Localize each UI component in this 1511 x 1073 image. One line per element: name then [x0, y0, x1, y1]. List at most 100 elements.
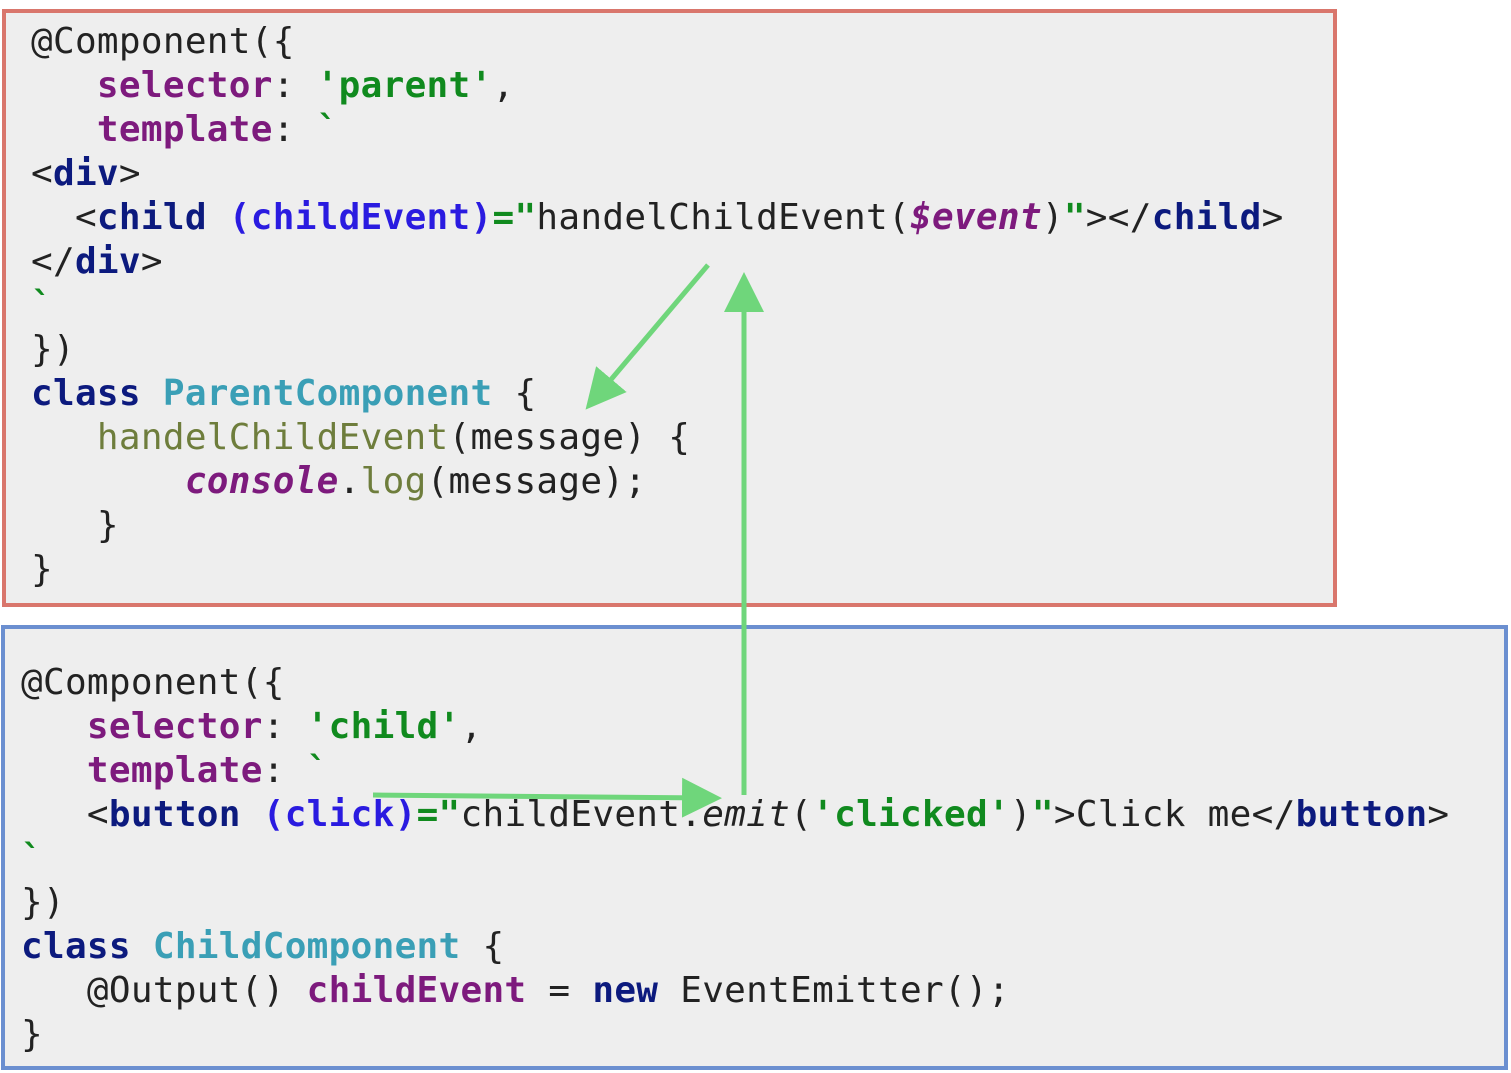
code-token: > — [118, 153, 141, 194]
code-token: 'parent' — [316, 65, 493, 106]
code-token: (childEvent) — [228, 197, 493, 238]
code-token: ( — [790, 794, 813, 835]
code-token: </ — [31, 241, 75, 282]
code-token: , — [460, 706, 483, 747]
code-token: }) — [21, 882, 65, 923]
code-line: @Component({ — [21, 661, 1449, 705]
code-token: ) — [1041, 197, 1064, 238]
code-token: (message); — [426, 461, 647, 502]
code-token: selector — [96, 65, 273, 106]
code-token: " — [1031, 794, 1054, 835]
code-token: > — [140, 241, 163, 282]
code-token: handelChildEvent — [96, 417, 449, 458]
code-token: @Component({ — [21, 662, 285, 703]
code-token: 'child' — [306, 706, 461, 747]
code-token: div — [52, 153, 119, 194]
code-token: >Click me</ — [1053, 794, 1296, 835]
code-token: div — [74, 241, 141, 282]
code-line: }) — [31, 328, 1284, 372]
code-line: template: ` — [31, 108, 1284, 152]
code-token: < — [21, 794, 109, 835]
code-token: new — [592, 970, 659, 1011]
code-line: class ParentComponent { — [31, 372, 1284, 416]
code-line: <button (click)="childEvent.emit('clicke… — [21, 793, 1449, 837]
code-token: console — [184, 461, 339, 502]
code-token: { — [492, 373, 537, 414]
code-token: : — [272, 109, 317, 150]
code-token: ` — [316, 109, 339, 150]
code-token: ` — [21, 838, 43, 879]
code-line: template: ` — [21, 749, 1449, 793]
code-token: =" — [416, 794, 461, 835]
code-token: log — [360, 461, 427, 502]
code-token: class — [21, 926, 131, 967]
code-line: handelChildEvent(message) { — [31, 416, 1284, 460]
code-line: console.log(message); — [31, 460, 1284, 504]
code-line: <div> — [31, 152, 1284, 196]
code-token: }) — [31, 329, 75, 370]
child-component-code: @Component({ selector: 'child', template… — [21, 661, 1449, 1057]
code-token: ParentComponent — [162, 373, 493, 414]
code-line: @Output() childEvent = new EventEmitter(… — [21, 969, 1449, 1013]
code-token: ` — [306, 750, 329, 791]
code-token: emit — [702, 794, 791, 835]
code-line: ` — [31, 284, 1284, 328]
code-token: < — [31, 153, 53, 194]
code-token: template — [96, 109, 273, 150]
code-line: } — [31, 548, 1284, 592]
code-token: ></ — [1085, 197, 1152, 238]
code-token: 'clicked' — [812, 794, 1010, 835]
code-token: : — [272, 65, 317, 106]
code-line: } — [31, 504, 1284, 548]
code-token: =" — [492, 197, 537, 238]
code-line: @Component({ — [31, 20, 1284, 64]
code-token: button — [108, 794, 241, 835]
code-line: } — [21, 1013, 1449, 1057]
code-token: handelChildEvent( — [536, 197, 910, 238]
code-line: </div> — [31, 240, 1284, 284]
code-line: class ChildComponent { — [21, 925, 1449, 969]
code-token: > — [1427, 794, 1450, 835]
code-line: }) — [21, 881, 1449, 925]
code-token: . — [338, 461, 361, 502]
code-token: ChildComponent — [152, 926, 461, 967]
code-token: < — [31, 197, 97, 238]
code-token: @Component({ — [31, 21, 295, 62]
code-token: selector — [86, 706, 263, 747]
code-token: } — [31, 505, 119, 546]
code-token: { — [460, 926, 505, 967]
code-token: child — [1151, 197, 1262, 238]
code-line: selector: 'child', — [21, 705, 1449, 749]
code-token: = — [526, 970, 593, 1011]
code-token: ` — [31, 285, 53, 326]
code-token: EventEmitter(); — [658, 970, 1010, 1011]
code-token: childEvent. — [460, 794, 703, 835]
code-token: (message) { — [448, 417, 691, 458]
code-token: childEvent — [306, 970, 527, 1011]
code-line: ` — [21, 837, 1449, 881]
code-token: button — [1295, 794, 1428, 835]
code-token: } — [31, 549, 53, 590]
code-token: @Output() — [21, 970, 307, 1011]
code-token: child — [96, 197, 207, 238]
code-token: , — [492, 65, 515, 106]
code-token: > — [1261, 197, 1284, 238]
code-token: class — [31, 373, 141, 414]
code-token: (click) — [262, 794, 417, 835]
code-token: : — [262, 706, 307, 747]
code-token: template — [86, 750, 263, 791]
code-token: : — [262, 750, 307, 791]
code-token: " — [1063, 197, 1086, 238]
code-line: <child (childEvent)="handelChildEvent($e… — [31, 196, 1284, 240]
code-token: } — [21, 1014, 43, 1055]
